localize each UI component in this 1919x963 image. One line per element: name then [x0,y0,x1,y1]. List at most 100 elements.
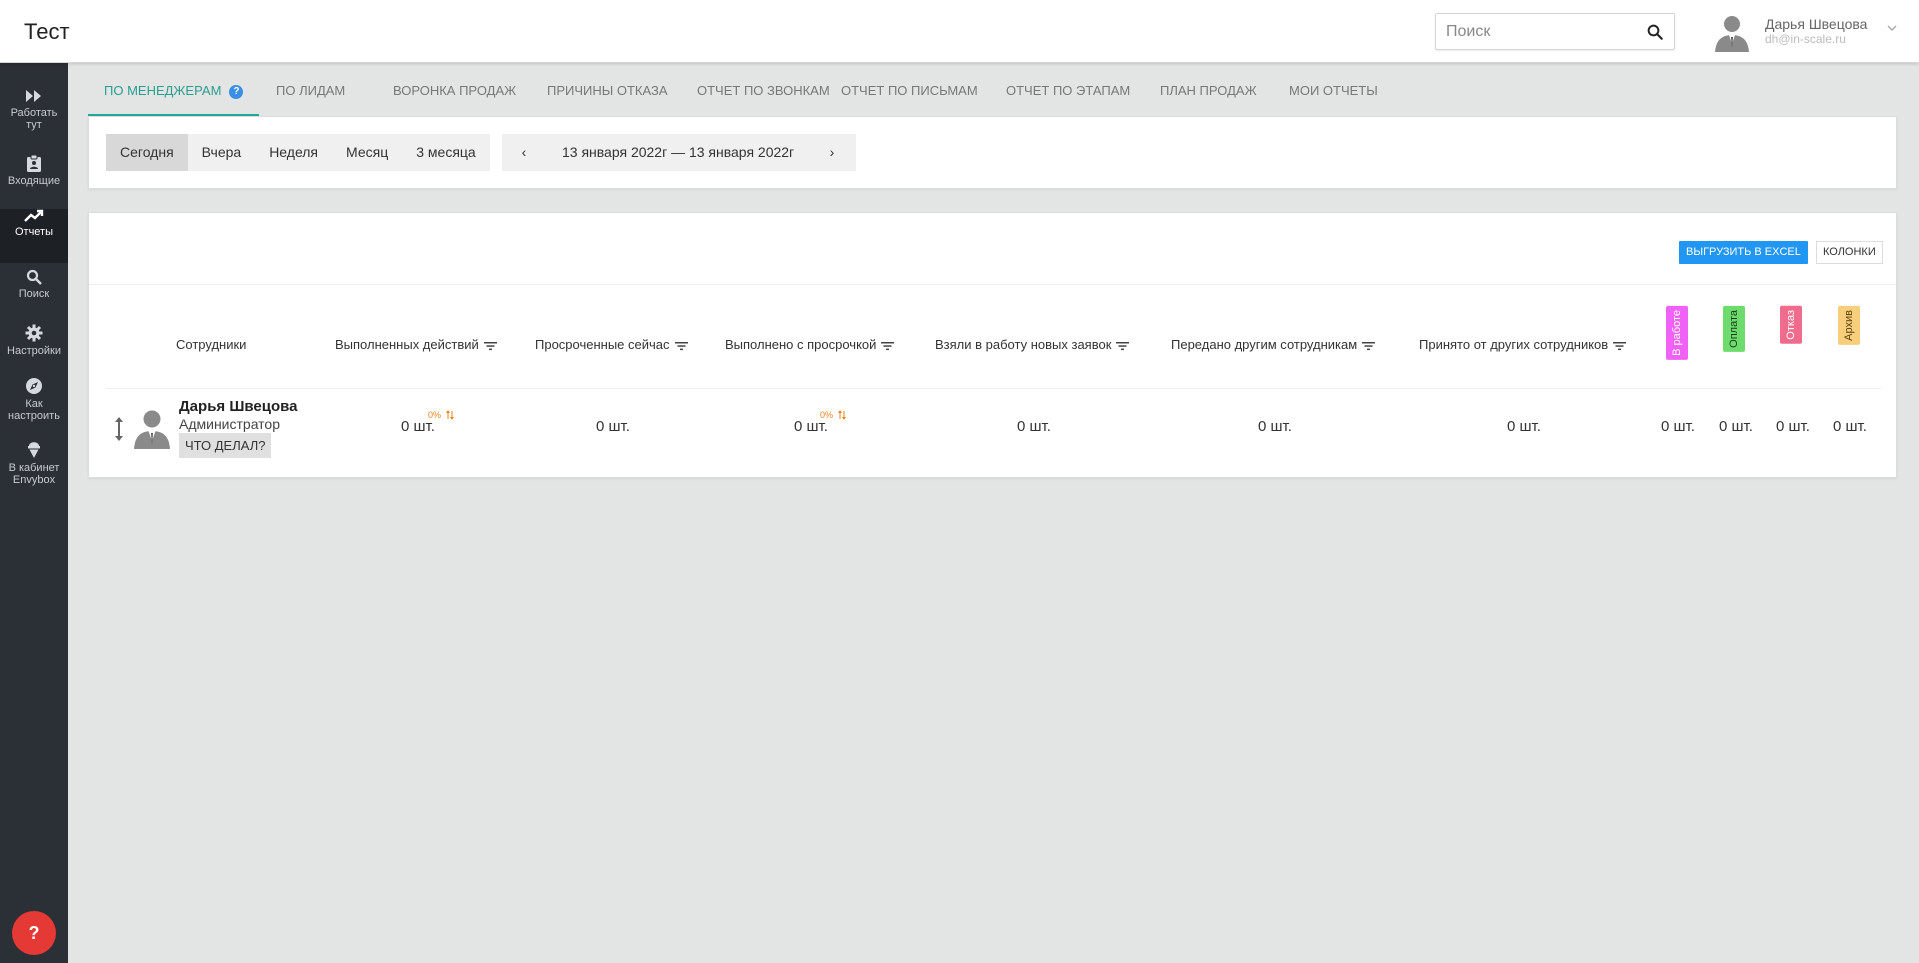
period-filter-card: Сегодня Вчера Неделя Месяц 3 месяца ‹ 13… [88,116,1897,189]
gear-icon [25,324,43,342]
col-label: Выполненных действий [335,337,479,352]
new-requests-value: 0 шт. [1017,418,1051,435]
top-header: Тест Дарья Швецова dh@in-scale.ru [0,0,1919,63]
compass-icon [26,378,42,394]
col-label: Принято от других сотрудников [1419,337,1609,352]
sidebar-item-label: Входящие [7,175,61,187]
search-input[interactable] [1436,14,1636,49]
clipboard-icon [27,154,41,172]
period-week-button[interactable]: Неделя [255,134,332,171]
col-label: Взяли в работу новых заявок [935,337,1112,352]
user-name[interactable]: Дарья Швецова [1765,16,1867,32]
col-label: Просроченные сейчас [535,337,670,352]
period-today-button[interactable]: Сегодня [106,134,188,171]
user-avatar[interactable] [1712,12,1752,52]
sidebar-item-search[interactable]: Поиск [0,269,68,324]
filter-sort-icon[interactable] [1613,341,1627,351]
period-selector: Сегодня Вчера Неделя Месяц 3 месяца [106,134,490,171]
search-icon[interactable] [1646,23,1664,41]
tab-calls-report[interactable]: ОТЧЕТ ПО ЗВОНКАМ [681,70,846,116]
filter-sort-icon[interactable] [674,341,688,351]
export-excel-button[interactable]: ВЫГРУЗИТЬ В EXCEL [1679,241,1808,264]
col-new-requests[interactable]: Взяли в работу новых заявок [935,337,1130,353]
col-label: Выполнено с просрочкой [725,337,877,352]
date-range-text[interactable]: 13 января 2022г — 13 января 2022г [562,134,794,171]
help-icon[interactable]: ? [229,85,244,99]
status-refusal-value: 0 шт. [1776,418,1810,435]
sidebar-item-label: В кабинет [8,462,60,474]
sidebar-item-label: настроить [8,410,60,422]
filter-sort-icon[interactable] [1116,341,1130,351]
sidebar: Работать тут Входящие Отчеты Поиск Настр… [0,63,68,963]
help-button[interactable]: ? [12,911,56,955]
period-yesterday-button[interactable]: Вчера [188,134,256,171]
sidebar-item-label: Envybox [12,474,56,486]
status-in-work-value: 0 шт. [1661,418,1695,435]
status-tag-payment: Оплата [1723,306,1745,352]
trending-up-icon [24,209,44,222]
status-tag-in-work: В работе [1666,306,1688,360]
drag-handle-icon[interactable] [114,417,124,441]
sidebar-item-how-to-setup[interactable]: Как настроить [0,377,68,432]
status-tag-refusal: Отказ [1780,306,1802,344]
managers-report-card: ВЫГРУЗИТЬ В EXCEL КОЛОНКИ Сотрудники Вып… [88,212,1897,478]
what-did-button[interactable]: ЧТО ДЕЛАЛ? [179,433,272,458]
sidebar-item-label: Поиск [18,288,50,300]
sidebar-item-label: Как [25,398,43,410]
trend-arrows-icon [446,410,454,420]
next-period-button[interactable]: › [812,134,852,171]
tab-letters-report[interactable]: ОТЧЕТ ПО ПИСЬМАМ [825,70,994,116]
tab-refusal-reasons[interactable]: ПРИЧИНЫ ОТКАЗА [531,70,684,116]
sidebar-item-envybox-cabinet[interactable]: В кабинет Envybox [0,439,68,494]
tab-sales-plan[interactable]: ПЛАН ПРОДАЖ [1144,70,1273,116]
period-month-button[interactable]: Месяц [332,134,402,171]
tab-by-managers[interactable]: ПО МЕНЕДЖЕРАМ? [88,70,260,116]
row-divider [106,388,1881,389]
tab-sales-funnel[interactable]: ВОРОНКА ПРОДАЖ [377,70,532,116]
period-3-months-button[interactable]: 3 месяца [402,134,489,171]
col-employees: Сотрудники [176,337,247,352]
employee-avatar [134,410,170,449]
sidebar-item-label: Отчеты [14,226,54,238]
sidebar-item-label: тут [26,119,42,131]
col-received-from-others[interactable]: Принято от других сотрудников [1419,337,1627,353]
employee-name: Дарья Швецова [179,398,298,415]
employee-role: Администратор [179,416,281,432]
trend-arrows-icon [838,410,846,420]
overdue-now-value: 0 шт. [596,418,630,435]
tab-label: ПО МЕНЕДЖЕРАМ [104,83,222,98]
col-overdue-now[interactable]: Просроченные сейчас [535,337,688,353]
sidebar-item-label: Настройки [7,345,61,357]
filter-sort-icon[interactable] [881,341,895,351]
col-label: Передано другим сотрудникам [1171,337,1358,352]
status-tag-archive: Архив [1838,306,1860,345]
search-icon [26,269,42,285]
prev-period-button[interactable]: ‹ [504,134,544,171]
tab-stages-report[interactable]: ОТЧЕТ ПО ЭТАПАМ [990,70,1146,116]
tab-by-leads[interactable]: ПО ЛИДАМ [260,70,361,116]
user-email: dh@in-scale.ru [1765,32,1846,46]
col-passed-to-others[interactable]: Передано другим сотрудникам [1171,337,1376,353]
filter-sort-icon[interactable] [483,341,497,351]
filter-sort-icon[interactable] [1362,341,1376,351]
sidebar-item-inbox[interactable]: Входящие [0,154,68,209]
search-box[interactable] [1435,13,1675,50]
sidebar-item-settings[interactable]: Настройки [0,324,68,379]
passed-to-others-value: 0 шт. [1258,418,1292,435]
received-from-others-value: 0 шт. [1507,418,1541,435]
date-range-selector: ‹ 13 января 2022г — 13 января 2022г › [502,134,856,171]
chevron-down-icon[interactable] [1886,22,1898,34]
col-done-overdue[interactable]: Выполнено с просрочкой [725,337,895,353]
sidebar-item-work-here[interactable]: Работать тут [0,88,68,143]
col-actions-done[interactable]: Выполненных действий [335,337,497,353]
columns-button[interactable]: КОЛОНКИ [1816,241,1883,264]
sidebar-item-reports[interactable]: Отчеты [0,209,68,263]
app-title: Тест [24,19,70,44]
status-archive-value: 0 шт. [1833,418,1867,435]
done-overdue-value: 0 шт. [794,418,828,435]
actions-done-value: 0 шт. [401,418,435,435]
status-payment-value: 0 шт. [1719,418,1753,435]
fast-forward-icon [26,90,41,102]
tab-my-reports[interactable]: МОИ ОТЧЕТЫ [1273,70,1394,116]
ice-cream-icon [28,442,40,458]
